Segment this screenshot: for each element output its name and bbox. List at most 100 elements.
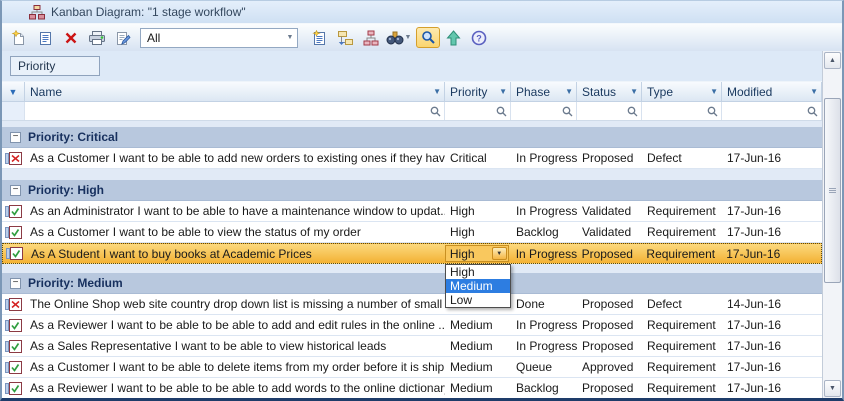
row-status: Proposed bbox=[577, 378, 642, 398]
row-name: As a Customer I want to be able to view … bbox=[25, 222, 445, 242]
row-modified: 17-Jun-16 bbox=[721, 244, 821, 263]
filter-arrow-icon[interactable]: ▼ bbox=[565, 87, 573, 96]
filter-arrow-icon[interactable]: ▼ bbox=[433, 87, 441, 96]
group-header[interactable]: −Priority: Medium bbox=[2, 273, 822, 294]
scroll-down-button[interactable]: ▼ bbox=[824, 380, 841, 397]
row-modified: 14-Jun-16 bbox=[722, 294, 822, 314]
filter-input-status[interactable] bbox=[577, 102, 642, 120]
delete-button[interactable] bbox=[58, 27, 84, 49]
filter-arrow-icon[interactable]: ▼ bbox=[499, 87, 507, 96]
column-header-phase[interactable]: Phase▼ bbox=[511, 82, 577, 101]
row-name: As a Reviewer I want to be able to be ab… bbox=[25, 315, 445, 335]
properties-button[interactable] bbox=[32, 27, 58, 49]
row-status: Proposed bbox=[577, 315, 642, 335]
promote-button[interactable] bbox=[440, 27, 466, 49]
group-spacer bbox=[2, 264, 822, 273]
new-element-button[interactable] bbox=[306, 27, 332, 49]
requirement-icon bbox=[5, 319, 22, 332]
dropdown-option-medium[interactable]: Medium bbox=[446, 279, 510, 293]
chevron-down-icon[interactable]: ▼ bbox=[405, 34, 412, 41]
hierarchy-button[interactable] bbox=[332, 27, 358, 49]
table-row[interactable]: As a Reviewer I want to be able to be ab… bbox=[2, 315, 822, 336]
chevron-down-icon[interactable]: ▼ bbox=[283, 34, 297, 41]
row-phase: In Progress bbox=[511, 315, 577, 335]
table-row[interactable]: As A Student I want to buy books at Acad… bbox=[2, 243, 822, 264]
print-button[interactable] bbox=[84, 27, 110, 49]
scrollbar-track[interactable] bbox=[823, 70, 842, 379]
table-row[interactable]: As a Customer I want to be able to add n… bbox=[2, 148, 822, 169]
requirement-icon bbox=[5, 382, 22, 395]
scrollbar-thumb[interactable] bbox=[824, 98, 841, 283]
combobox-dropdown-button[interactable]: ▼ bbox=[492, 247, 507, 260]
filter-arrow-icon[interactable]: ▼ bbox=[710, 87, 718, 96]
scrollbar-grip bbox=[829, 188, 836, 194]
row-type: Defect bbox=[642, 148, 722, 168]
row-status: Proposed bbox=[577, 244, 642, 263]
group-by-chip-priority[interactable]: Priority bbox=[10, 56, 100, 76]
filter-row bbox=[2, 102, 822, 121]
row-phase: Done bbox=[511, 294, 577, 314]
table-row[interactable]: As a Customer I want to be able to view … bbox=[2, 222, 822, 243]
row-modified: 17-Jun-16 bbox=[722, 336, 822, 356]
new-button[interactable] bbox=[6, 27, 32, 49]
orgchart-button[interactable] bbox=[358, 27, 384, 49]
pane-titlebar[interactable]: Kanban Diagram: "1 stage workflow" bbox=[2, 1, 842, 23]
filter-arrow-icon[interactable]: ▼ bbox=[9, 87, 18, 97]
dropdown-option-high[interactable]: High bbox=[446, 265, 510, 279]
dropdown-option-low[interactable]: Low bbox=[446, 293, 510, 307]
group-label: Priority: High bbox=[28, 183, 104, 197]
group-header[interactable]: −Priority: Critical bbox=[2, 127, 822, 148]
toolbar-filter-value: All bbox=[141, 31, 283, 45]
collapse-icon[interactable]: − bbox=[10, 185, 21, 196]
row-priority: Medium bbox=[445, 357, 511, 377]
search-toggle-button[interactable] bbox=[416, 27, 440, 48]
collapse-icon[interactable]: − bbox=[10, 132, 21, 143]
row-priority: Medium bbox=[445, 336, 511, 356]
filter-arrow-icon[interactable]: ▼ bbox=[810, 87, 818, 96]
requirement-icon bbox=[5, 361, 22, 374]
combobox-value: High bbox=[446, 247, 492, 261]
row-type: Requirement bbox=[642, 336, 722, 356]
column-header-name[interactable]: Name▼ bbox=[25, 82, 445, 101]
row-phase: In Progress bbox=[511, 244, 577, 263]
row-name: As a Customer I want to be able to add n… bbox=[25, 148, 445, 168]
column-header-priority[interactable]: Priority▼ bbox=[445, 82, 511, 101]
collapse-icon[interactable]: − bbox=[10, 278, 21, 289]
row-modified: 17-Jun-16 bbox=[722, 222, 822, 242]
filter-input-modified[interactable] bbox=[722, 102, 822, 120]
table-row[interactable]: As an Administrator I want to be able to… bbox=[2, 201, 822, 222]
row-priority: High▼ bbox=[445, 244, 511, 263]
table-row[interactable]: As a Customer I want to be able to delet… bbox=[2, 357, 822, 378]
column-header-type[interactable]: Type▼ bbox=[642, 82, 722, 101]
toolbar-filter-combobox[interactable]: All ▼ bbox=[140, 28, 298, 48]
table-row[interactable]: As a Reviewer I want to be able to be ab… bbox=[2, 378, 822, 398]
filter-input-phase[interactable] bbox=[511, 102, 577, 120]
header-selector-cell[interactable]: ▼ bbox=[2, 82, 25, 101]
table-row[interactable]: The Online Shop web site country drop do… bbox=[2, 294, 822, 315]
requirement-icon bbox=[6, 247, 23, 260]
vertical-scrollbar[interactable]: ▲ ▼ bbox=[822, 51, 842, 398]
toolbar: All ▼ ▼ ? bbox=[2, 23, 842, 51]
priority-combobox[interactable]: High▼ bbox=[445, 245, 509, 262]
row-phase: Queue bbox=[511, 357, 577, 377]
filter-input-type[interactable] bbox=[642, 102, 722, 120]
edit-button[interactable] bbox=[110, 27, 136, 49]
group-header[interactable]: −Priority: High bbox=[2, 180, 822, 201]
grid-rows: −Priority: CriticalAs a Customer I want … bbox=[2, 121, 822, 398]
column-header-modified[interactable]: Modified▼ bbox=[722, 82, 822, 101]
requirement-icon bbox=[5, 205, 22, 218]
row-status: Validated bbox=[577, 201, 642, 221]
filter-input-name[interactable] bbox=[25, 102, 445, 120]
row-type: Requirement bbox=[642, 357, 722, 377]
table-row[interactable]: As a Sales Representative I want to be a… bbox=[2, 336, 822, 357]
column-header-status[interactable]: Status▼ bbox=[577, 82, 642, 101]
row-status: Validated bbox=[577, 222, 642, 242]
find-button[interactable]: ▼ bbox=[384, 27, 416, 49]
scroll-up-button[interactable]: ▲ bbox=[824, 52, 841, 69]
row-phase: Backlog bbox=[511, 222, 577, 242]
filter-arrow-icon[interactable]: ▼ bbox=[630, 87, 638, 96]
priority-dropdown-list[interactable]: High Medium Low bbox=[445, 264, 511, 308]
filter-input-priority[interactable] bbox=[445, 102, 511, 120]
help-button[interactable]: ? bbox=[466, 27, 492, 49]
row-name: As a Reviewer I want to be able to be ab… bbox=[25, 378, 445, 398]
